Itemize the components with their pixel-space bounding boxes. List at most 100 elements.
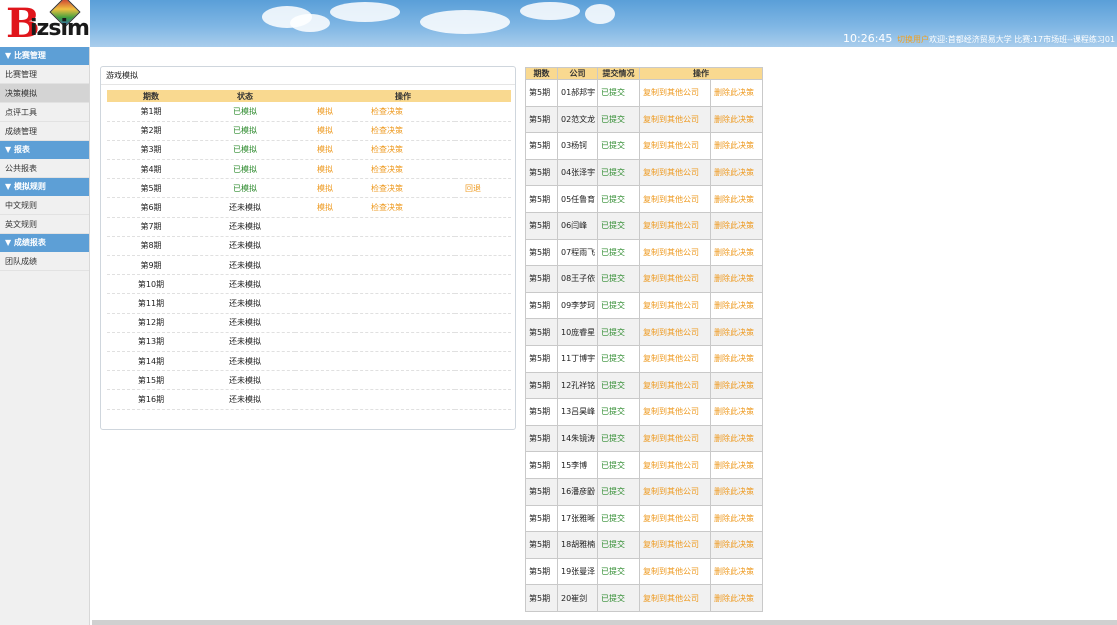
delete-decision-link[interactable]: 删除此决策 bbox=[709, 371, 764, 400]
check-decision-link[interactable]: 检查决策 bbox=[355, 102, 455, 122]
column-header-submit-status: 提交情况 bbox=[597, 67, 640, 80]
copy-to-other-companies-link[interactable]: 复制到其他公司 bbox=[639, 398, 711, 426]
check-decision-link[interactable]: 检查决策 bbox=[355, 121, 455, 141]
copy-to-other-companies-link[interactable]: 复制到其他公司 bbox=[639, 238, 711, 267]
copy-to-other-companies-link[interactable]: 复制到其他公司 bbox=[639, 105, 711, 134]
copy-to-other-companies-link[interactable]: 复制到其他公司 bbox=[639, 185, 711, 213]
rollback-link bbox=[455, 332, 511, 352]
simulate-link[interactable]: 模拟 bbox=[295, 102, 355, 122]
check-decision-link[interactable]: 检查决策 bbox=[355, 197, 455, 218]
period-cell: 第5期 bbox=[525, 344, 558, 373]
copy-to-other-companies-link[interactable]: 复制到其他公司 bbox=[639, 424, 711, 453]
delete-decision-link[interactable]: 删除此决策 bbox=[709, 584, 764, 612]
company-cell: 02范文龙 bbox=[557, 105, 598, 134]
delete-decision-link[interactable]: 删除此决策 bbox=[709, 451, 764, 479]
company-cell: 03杨钶 bbox=[557, 132, 598, 160]
delete-decision-link[interactable]: 删除此决策 bbox=[709, 531, 764, 559]
rollback-link bbox=[455, 236, 511, 257]
sidebar-section-rules[interactable]: ▼ 模拟规则 bbox=[0, 178, 89, 196]
sidebar-item-public-reports[interactable]: 公共报表 bbox=[0, 159, 89, 178]
period-table: 期数 状态 操作 第1期 已模拟 模拟 检查决策 第2期 已模拟 模拟 检查决策 第3期 已模拟模… bbox=[107, 90, 511, 410]
delete-decision-link[interactable]: 删除此决策 bbox=[709, 185, 764, 213]
period-cell: 第14期 bbox=[107, 351, 195, 372]
period-cell: 第11期 bbox=[107, 293, 195, 314]
period-cell: 第4期 bbox=[107, 159, 195, 180]
submit-status-cell: 已提交 bbox=[597, 185, 640, 213]
sidebar-item-review-tools[interactable]: 点评工具 bbox=[0, 103, 89, 122]
period-cell: 第5期 bbox=[525, 451, 558, 479]
copy-to-other-companies-link[interactable]: 复制到其他公司 bbox=[639, 79, 711, 107]
horizontal-scrollbar[interactable] bbox=[92, 620, 1117, 625]
cloud-decoration bbox=[330, 2, 400, 22]
delete-decision-link[interactable]: 删除此决策 bbox=[709, 504, 764, 533]
sidebar-section-competition[interactable]: ▼ 比赛管理 bbox=[0, 47, 89, 65]
table-row: 第4期 已模拟 模拟 检查决策 bbox=[107, 159, 511, 180]
delete-decision-link[interactable]: 删除此决策 bbox=[709, 557, 764, 586]
table-row: 第5期 06闫峰 已提交 复制到其他公司 删除此决策 bbox=[525, 211, 764, 240]
sidebar-item-english-rules[interactable]: 英文规则 bbox=[0, 215, 89, 234]
copy-to-other-companies-link[interactable]: 复制到其他公司 bbox=[639, 291, 711, 320]
delete-decision-link[interactable]: 删除此决策 bbox=[709, 398, 764, 426]
submit-status-cell: 已提交 bbox=[597, 451, 640, 479]
delete-decision-link[interactable]: 删除此决策 bbox=[709, 158, 764, 187]
check-decision-link[interactable]: 检查决策 bbox=[355, 140, 455, 161]
delete-decision-link[interactable]: 删除此决策 bbox=[709, 477, 764, 506]
sidebar-item-score-management[interactable]: 成绩管理 bbox=[0, 122, 89, 141]
simulate-link[interactable]: 模拟 bbox=[295, 159, 355, 180]
simulate-link bbox=[295, 293, 355, 314]
company-cell: 06闫峰 bbox=[557, 211, 598, 240]
simulate-link[interactable]: 模拟 bbox=[295, 197, 355, 218]
company-cell: 14朱镜涛 bbox=[557, 424, 598, 453]
sidebar-item-competition-management[interactable]: 比赛管理 bbox=[0, 65, 89, 84]
delete-decision-link[interactable]: 删除此决策 bbox=[709, 424, 764, 453]
sidebar-section-score-reports[interactable]: ▼ 成绩报表 bbox=[0, 234, 89, 252]
copy-to-other-companies-link[interactable]: 复制到其他公司 bbox=[639, 477, 711, 506]
period-cell: 第5期 bbox=[525, 398, 558, 426]
copy-to-other-companies-link[interactable]: 复制到其他公司 bbox=[639, 211, 711, 240]
copy-to-other-companies-link[interactable]: 复制到其他公司 bbox=[639, 504, 711, 533]
delete-decision-link[interactable]: 删除此决策 bbox=[709, 265, 764, 293]
column-header-status: 状态 bbox=[195, 90, 295, 102]
delete-decision-link[interactable]: 删除此决策 bbox=[709, 79, 764, 107]
copy-to-other-companies-link[interactable]: 复制到其他公司 bbox=[639, 451, 711, 479]
copy-to-other-companies-link[interactable]: 复制到其他公司 bbox=[639, 557, 711, 586]
status-cell: 已模拟 bbox=[195, 140, 295, 161]
copy-to-other-companies-link[interactable]: 复制到其他公司 bbox=[639, 371, 711, 400]
table-row: 第5期 05任鲁育 已提交 复制到其他公司 删除此决策 bbox=[525, 185, 764, 213]
copy-to-other-companies-link[interactable]: 复制到其他公司 bbox=[639, 531, 711, 559]
copy-to-other-companies-link[interactable]: 复制到其他公司 bbox=[639, 344, 711, 373]
copy-to-other-companies-link[interactable]: 复制到其他公司 bbox=[639, 158, 711, 187]
delete-decision-link[interactable]: 删除此决策 bbox=[709, 318, 764, 346]
rollback-link bbox=[455, 140, 511, 161]
table-row: 第5期 17张雅晰 已提交 复制到其他公司 删除此决策 bbox=[525, 504, 764, 533]
delete-decision-link[interactable]: 删除此决策 bbox=[709, 211, 764, 240]
cloud-decoration bbox=[420, 10, 510, 34]
check-decision-link[interactable]: 检查决策 bbox=[355, 178, 455, 199]
simulate-link[interactable]: 模拟 bbox=[295, 178, 355, 199]
simulate-link[interactable]: 模拟 bbox=[295, 140, 355, 161]
delete-decision-link[interactable]: 删除此决策 bbox=[709, 105, 764, 134]
copy-to-other-companies-link[interactable]: 复制到其他公司 bbox=[639, 265, 711, 293]
sidebar-item-team-scores[interactable]: 团队成绩 bbox=[0, 252, 89, 271]
delete-decision-link[interactable]: 删除此决策 bbox=[709, 291, 764, 320]
sidebar-item-decision-simulation[interactable]: 决策模拟 bbox=[0, 84, 89, 103]
sidebar-section-reports[interactable]: ▼ 报表 bbox=[0, 141, 89, 159]
copy-to-other-companies-link[interactable]: 复制到其他公司 bbox=[639, 132, 711, 160]
submit-status-cell: 已提交 bbox=[597, 158, 640, 187]
submit-status-cell: 已提交 bbox=[597, 265, 640, 293]
check-decision-link[interactable]: 检查决策 bbox=[355, 159, 455, 180]
rollback-link bbox=[455, 293, 511, 314]
sidebar-item-chinese-rules[interactable]: 中文规则 bbox=[0, 196, 89, 215]
rollback-link bbox=[455, 102, 511, 122]
copy-to-other-companies-link[interactable]: 复制到其他公司 bbox=[639, 584, 711, 612]
copy-to-other-companies-link[interactable]: 复制到其他公司 bbox=[639, 318, 711, 346]
switch-user-link[interactable]: 切换用户 bbox=[897, 34, 929, 45]
delete-decision-link[interactable]: 删除此决策 bbox=[709, 344, 764, 373]
column-header-period: 期数 bbox=[525, 67, 558, 80]
delete-decision-link[interactable]: 删除此决策 bbox=[709, 238, 764, 267]
rollback-link[interactable]: 回退 bbox=[455, 178, 511, 199]
delete-decision-link[interactable]: 删除此决策 bbox=[709, 132, 764, 160]
simulate-link[interactable]: 模拟 bbox=[295, 121, 355, 141]
top-header: B izsim 10:26:45 切换用户 欢迎:首都经济贸易大学 比赛:17市… bbox=[0, 0, 1117, 47]
rollback-link bbox=[455, 313, 511, 333]
